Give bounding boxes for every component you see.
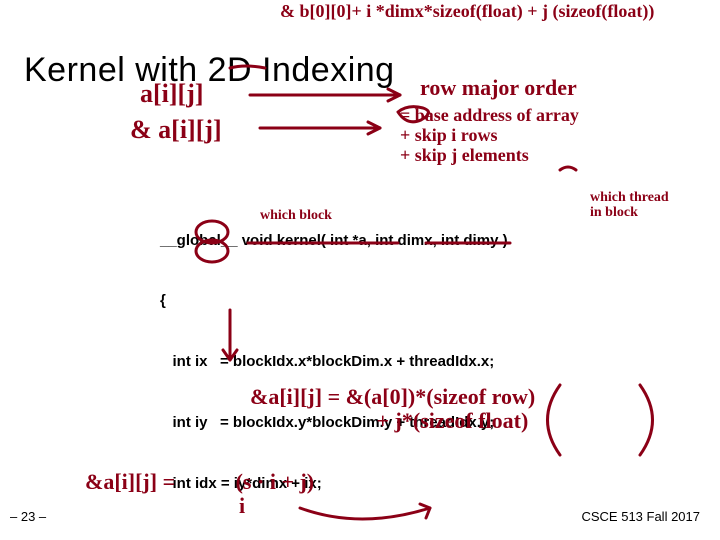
annotation-aij-amp: & a[i][j]	[130, 116, 222, 145]
annotation-bottom-formula2: &a[i][j] = (s · i + j) i	[85, 470, 314, 518]
slide: Kernel with 2D Indexing __global__ void …	[0, 0, 720, 540]
annotation-aij: a[i][j]	[140, 80, 204, 109]
annotation-topright: & b[0][0]+ i *dimx*sizeof(float) + j (si…	[280, 2, 654, 22]
annotation-rowmajor: row major order	[420, 76, 577, 100]
footer-right: CSCE 513 Fall 2017	[581, 509, 700, 524]
page-number: – 23 –	[10, 509, 46, 524]
code-line: {	[160, 291, 508, 311]
annotation-bottom-formula1: &a[i][j] = &(a[0])*(sizeof row) + j*(siz…	[250, 385, 535, 433]
page-title: Kernel with 2D Indexing	[24, 51, 395, 90]
code-line: int ix = blockIdx.x*blockDim.x + threadI…	[160, 352, 508, 372]
annotation-whichthread: which thread in block	[590, 190, 669, 221]
code-line: __global__ void kernel( int *a, int dimx…	[160, 231, 508, 251]
annotation-whichblock: which block	[260, 208, 332, 223]
annotation-baseaddr: = base address of array + skip i rows + …	[400, 106, 579, 165]
